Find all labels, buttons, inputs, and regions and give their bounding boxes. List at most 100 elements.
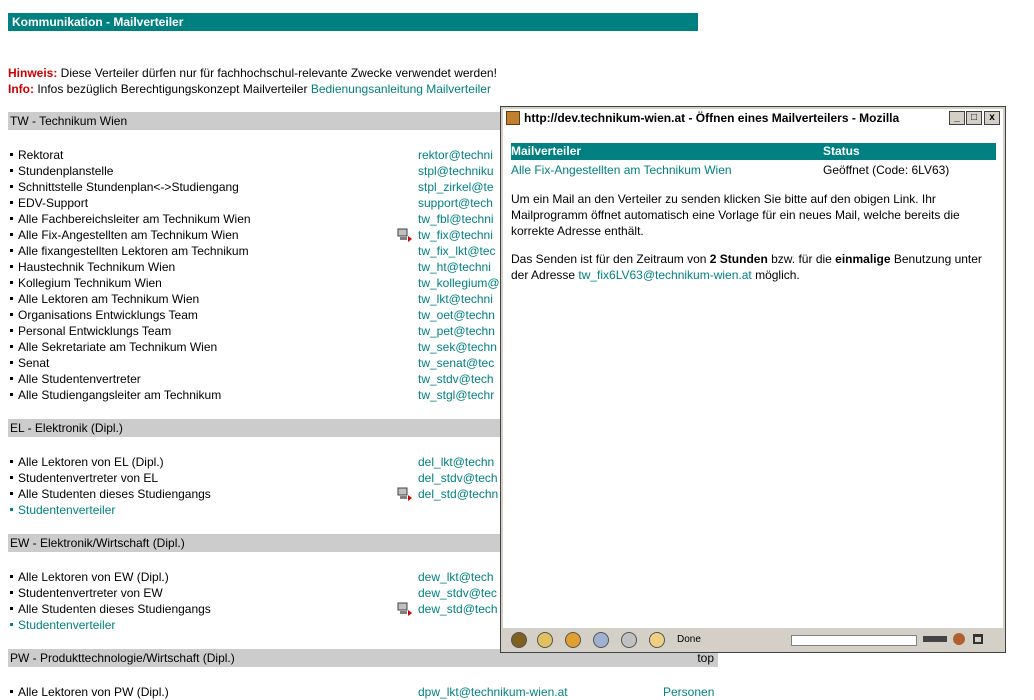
open-distribution-icon[interactable] [397,602,413,616]
irc-icon[interactable] [649,632,665,648]
close-button[interactable]: x [984,111,1000,125]
list-email-link[interactable]: stpl@techniku [418,163,494,179]
list-label: Alle Studentenvertreter [18,372,141,386]
list-item: Kollegium Technikum Wien [8,275,162,291]
mozilla-icon [506,111,520,125]
status-text: Done [677,634,701,645]
list-label: Personal Entwicklungs Team [18,324,172,338]
navigator-icon[interactable] [511,632,527,648]
bullet-icon [10,377,13,381]
list-email-link[interactable]: tw_kollegium@ [418,275,500,291]
mail-icon[interactable] [537,632,553,648]
list-email-link[interactable]: tw_fix@techni [418,227,493,243]
list-label: Rektorat [18,148,64,162]
list-email-link[interactable]: stpl_zirkel@te [418,179,494,195]
list-email-link[interactable]: tw_fbl@techni [418,211,494,227]
list-item: Organisations Entwicklungs Team [8,307,198,323]
popup-paragraph-1: Um ein Mail an den Verteiler zu senden k… [511,192,960,238]
col-status: Status [823,144,860,158]
list-label: Studentenvertreter von EL [18,471,159,485]
list-email-link[interactable]: del_lkt@techn [418,454,494,470]
list-label: Alle Studenten dieses Studiengangs [18,487,211,501]
list-email-link[interactable]: dpw_lkt@technikum-wien.at [418,684,568,700]
list-email-link[interactable]: dew_stdv@tec [418,585,497,601]
personen-link[interactable]: Personen [663,684,714,700]
list-label: Alle Studenten dieses Studiengangs [18,602,211,616]
list-label: Alle Sekretariate am Technikum Wien [18,340,218,354]
bedienungsanleitung-link[interactable]: Bedienungsanleitung Mailverteiler [311,82,491,96]
list-email-link[interactable]: rektor@techni [418,147,493,163]
list-item: Alle Studiengangsleiter am Technikum [8,387,221,403]
list-label: Senat [18,356,50,370]
list-email-link[interactable]: del_std@techn [418,486,498,502]
list-item: Alle Lektoren am Technikum Wien [8,291,199,307]
list-email-link[interactable]: tw_ht@techni [418,259,491,275]
list-item: Alle Studenten dieses Studiengangs [8,601,211,617]
list-email-link[interactable]: del_stdv@tech [418,470,498,486]
lock-icon[interactable] [973,634,983,644]
section-title: PW - Produkttechnologie/Wirtschaft (Dipl… [10,651,235,665]
list-item: Senat [8,355,49,371]
address-book-icon[interactable] [593,632,609,648]
bullet-icon [10,329,13,333]
list-email-link[interactable]: tw_stdv@tech [418,371,494,387]
open-distribution-icon[interactable] [397,228,413,242]
list-item: Alle Fachbereichsleiter am Technikum Wie… [8,211,251,227]
list-item: Alle Lektoren von EW (Dipl.) [8,569,169,585]
info-text: Infos bezüglich Berechtigungskonzept Mai… [34,82,311,96]
bullet-icon [10,233,13,237]
cookie-icon[interactable] [953,633,965,645]
bullet-icon [10,476,13,480]
bullet-icon [10,508,13,512]
bullet-icon [10,690,13,694]
mozilla-popup-window: http://dev.technikum-wien.at - Öffnen ei… [500,106,1006,653]
list-email-link[interactable]: tw_lkt@techni [418,291,493,307]
open-distribution-icon[interactable] [397,487,413,501]
verteiler-link[interactable]: Alle Fix-Angestellten am Technikum Wien [511,162,811,178]
studentenverteiler-link[interactable]: Studentenverteiler [18,503,115,517]
para2-bold-duration: 2 Stunden [709,252,768,266]
list-label: Alle Fachbereichsleiter am Technikum Wie… [18,212,251,226]
bullet-icon [10,575,13,579]
list-email-link[interactable]: tw_sek@techn [418,339,497,355]
para2-text: möglich. [751,268,800,282]
list-item: Studentenverteiler [8,617,115,633]
hinweis-note: Hinweis: Diese Verteiler dürfen nur für … [8,66,497,80]
popup-title-bar[interactable]: http://dev.technikum-wien.at - Öffnen ei… [503,109,1003,127]
list-email-link[interactable]: tw_senat@tec [418,355,494,371]
list-label: Alle Lektoren von EW (Dipl.) [18,570,169,584]
popup-status-bar: Done [503,630,1003,650]
list-label: Stundenplanstelle [18,164,114,178]
maximize-button[interactable]: □ [966,111,982,125]
list-email-link[interactable]: tw_stgl@techr [418,387,494,403]
bullet-icon [10,185,13,189]
bullet-icon [10,297,13,301]
list-email-link[interactable]: dew_lkt@tech [418,569,494,585]
list-email-link[interactable]: tw_fix_lkt@tec [418,243,496,259]
section-title: EW - Elektronik/Wirtschaft (Dipl.) [10,536,185,550]
bullet-icon [10,492,13,496]
composer-icon[interactable] [565,632,581,648]
chat-icon[interactable] [621,632,637,648]
bullet-icon [10,607,13,611]
list-item: Studentenvertreter von EL [8,470,158,486]
studentenverteiler-link[interactable]: Studentenverteiler [18,618,115,632]
list-email-link[interactable]: tw_pet@techn [418,323,495,339]
list-label: Organisations Entwicklungs Team [18,308,198,322]
temp-address-link[interactable]: tw_fix6LV63@technikum-wien.at [578,268,751,282]
section-title: EL - Elektronik (Dipl.) [10,421,123,435]
bullet-icon [10,153,13,157]
bullet-icon [10,313,13,317]
info-label: Info: [8,82,34,96]
list-email-link[interactable]: tw_oet@techn [418,307,495,323]
list-email-link[interactable]: dew_std@tech [418,601,498,617]
list-label: Alle Lektoren am Technikum Wien [18,292,200,306]
list-label: Alle fixangestellten Lektoren am Technik… [18,244,249,258]
col-mailverteiler: Mailverteiler [511,144,582,158]
list-label: Alle Fix-Angestellten am Technikum Wien [18,228,239,242]
list-label: Alle Lektoren von PW (Dipl.) [18,685,169,699]
list-label: Schnittstelle Stundenplan<->Studiengang [18,180,239,194]
list-email-link[interactable]: support@tech [418,195,493,211]
online-status-icon[interactable] [923,636,947,642]
minimize-button[interactable]: _ [949,111,965,125]
